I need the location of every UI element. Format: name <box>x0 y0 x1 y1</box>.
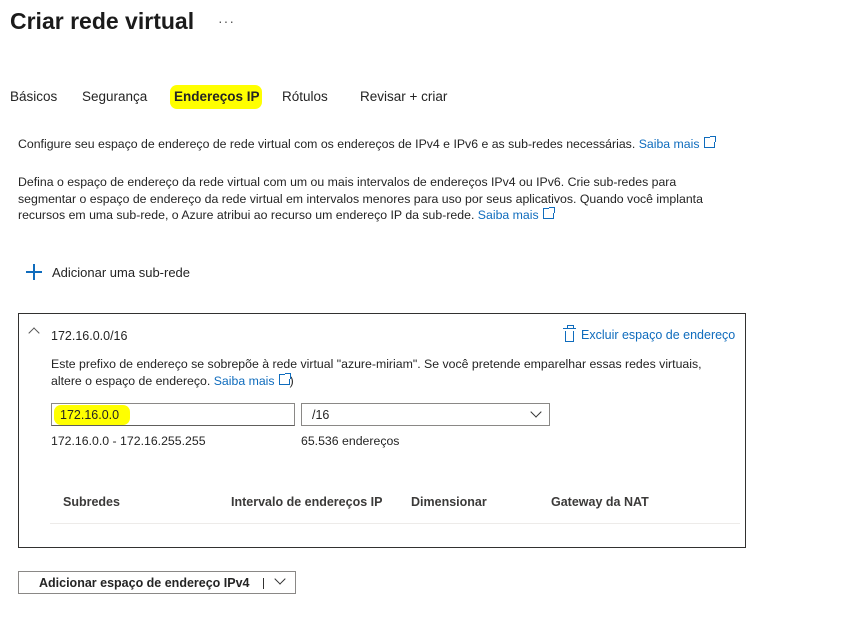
add-subnet-button[interactable]: Adicionar uma sub-rede <box>26 264 190 280</box>
external-link-icon <box>278 372 291 385</box>
address-space-panel <box>18 313 746 548</box>
tab-enderecos-ip[interactable]: Endereços IP <box>170 85 262 109</box>
column-header-size: Dimensionar <box>411 495 487 509</box>
intro-text-1: Configure seu espaço de endereço de rede… <box>18 137 636 151</box>
page-title: Criar rede virtual <box>10 8 195 34</box>
learn-more-label: Saiba mais <box>638 137 700 151</box>
tab-basicos[interactable]: Básicos <box>10 89 57 104</box>
learn-more-link-3[interactable]: Saiba mais <box>213 372 291 388</box>
address-space-cidr: 172.16.0.0/16 <box>51 329 128 343</box>
warning-text-1: Este prefixo de endereço se sobrepõe à r… <box>51 357 702 371</box>
address-count: 65.536 endereços <box>301 434 400 448</box>
prefix-select-value: /16 <box>312 408 330 422</box>
overlap-warning: Este prefixo de endereço se sobrepõe à r… <box>51 356 741 389</box>
ellipsis-icon[interactable]: ··· <box>218 13 235 29</box>
warning-text-2: altere o espaço de endereço. <box>51 373 211 388</box>
add-ipv4-address-space-button[interactable]: Adicionar espaço de endereço IPv4 <box>18 571 296 594</box>
split-divider <box>263 578 264 589</box>
delete-address-space-label: Excluir espaço de endereço <box>581 328 736 342</box>
tab-revisar-criar[interactable]: Revisar + criar <box>360 89 447 104</box>
tab-rotulos[interactable]: Rótulos <box>282 89 328 104</box>
intro-paragraph-1: Configure seu espaço de endereço de rede… <box>18 136 716 153</box>
plus-icon <box>26 264 42 280</box>
address-input[interactable]: 172.16.0.0 <box>51 403 295 426</box>
column-header-subnets: Subredes <box>63 495 120 509</box>
chevron-down-icon[interactable] <box>274 573 286 585</box>
external-link-icon <box>703 136 716 148</box>
address-range: 172.16.0.0 - 172.16.255.255 <box>51 434 206 448</box>
add-ipv4-address-space-label: Adicionar espaço de endereço IPv4 <box>39 576 250 590</box>
address-input-value: 172.16.0.0 <box>60 408 120 422</box>
intro-text-2b: segmentar o espaço de endereço da rede v… <box>18 191 703 206</box>
learn-more-link-2[interactable]: Saiba mais <box>477 207 555 222</box>
learn-more-label: Saiba mais <box>477 208 539 222</box>
learn-more-link-1[interactable]: Saiba mais <box>638 136 716 151</box>
tab-seguranca[interactable]: Segurança <box>82 89 147 104</box>
intro-paragraph-2: Defina o espaço de endereço da rede virt… <box>18 174 703 224</box>
trash-icon <box>563 324 576 342</box>
intro-text-2a: Defina o espaço de endereço da rede virt… <box>18 175 677 189</box>
intro-text-2c: recursos em uma sub-rede, o Azure atribu… <box>18 208 475 222</box>
delete-address-space-button[interactable]: Excluir espaço de endereço <box>563 324 736 342</box>
tab-enderecos-ip-label: Endereços IP <box>174 89 260 104</box>
column-header-nat-gateway: Gateway da NAT <box>551 495 649 509</box>
external-link-icon <box>542 207 555 219</box>
prefix-select[interactable]: /16 <box>301 403 550 426</box>
add-subnet-label: Adicionar uma sub-rede <box>52 264 191 280</box>
column-header-ip-range: Intervalo de endereços IP <box>231 495 383 509</box>
learn-more-label: Saiba mais <box>213 373 275 388</box>
chevron-down-icon <box>530 406 542 418</box>
table-header-divider <box>50 523 740 524</box>
